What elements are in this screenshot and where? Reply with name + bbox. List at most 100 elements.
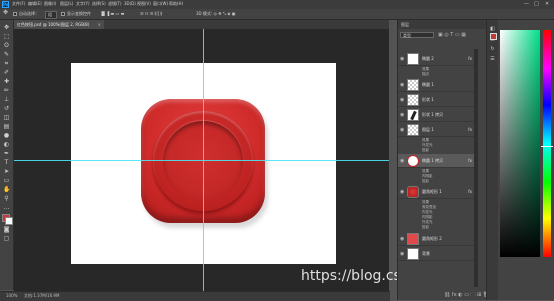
options-bar: ✥ 自动选择： 组 显示变换控件 ▐▌▐ ▬ ▭ ▬ ☰ ☷ ☰ ⫼ ⫿ ⫼ 3…	[0, 9, 554, 20]
quick-select-tool-icon[interactable]: ✎	[3, 51, 10, 58]
layer-row[interactable]: ◉ 背景	[398, 247, 474, 261]
dodge-tool-icon[interactable]: ◐	[3, 141, 10, 148]
layer-row[interactable]: ◉ 形状 1	[398, 93, 474, 107]
menu-type[interactable]: 文字(Y)	[76, 1, 90, 7]
layer-name[interactable]: 背景	[422, 251, 430, 257]
layer-row[interactable]: ◉ 圆角矩形 1 fx	[398, 185, 474, 199]
color-field[interactable]	[500, 30, 540, 257]
layer-fx-badge[interactable]: fx	[468, 158, 472, 163]
layers-scrollbar[interactable]	[474, 49, 478, 287]
layer-row[interactable]: ◉ 图层 1 fx	[398, 123, 474, 137]
more-tools-icon[interactable]: …	[3, 204, 10, 211]
eyedropper-tool-icon[interactable]: ✐	[3, 69, 10, 76]
show-transform-checkbox[interactable]	[61, 11, 65, 16]
properties-panel-icon[interactable]: ☰	[489, 56, 496, 63]
layer-row[interactable]: ◉ 形状 1 拷贝	[398, 108, 474, 122]
healing-tool-icon[interactable]: ✚	[3, 78, 10, 85]
screen-mode-icon[interactable]: ▢	[3, 235, 10, 242]
visibility-eye-icon[interactable]: ◉	[400, 97, 404, 103]
zoom-level[interactable]: 100%	[6, 293, 17, 298]
move-tool-icon[interactable]: ✥	[3, 9, 8, 16]
zoom-tool-icon[interactable]: ⚲	[3, 195, 10, 202]
color-panel-icon[interactable]: ◧	[489, 26, 496, 33]
shape-tool-icon[interactable]: ▭	[3, 177, 10, 184]
layer-name[interactable]: 形状 1	[422, 97, 434, 103]
menu-image[interactable]: 图像(I)	[44, 1, 56, 7]
path-select-tool-icon[interactable]: ➤	[3, 168, 10, 175]
tab-close-icon[interactable]: ×	[98, 20, 101, 29]
visibility-eye-icon[interactable]: ◉	[400, 82, 404, 88]
auto-select-checkbox[interactable]	[13, 11, 17, 16]
panel-icon-strip: ◧ ▦ ↻ ☰	[486, 20, 498, 300]
layer-row[interactable]: ◉ 椭圆 2 fx	[398, 52, 474, 66]
layer-thumbnail	[407, 155, 419, 167]
visibility-eye-icon[interactable]: ◉	[400, 158, 404, 164]
auto-select-dropdown[interactable]: 组	[45, 11, 57, 19]
layer-actions-icons[interactable]: ⛓ fx ◐ ▭ 🗀 ⊞ 🗑	[444, 292, 489, 300]
eraser-tool-icon[interactable]: ◫	[3, 114, 10, 121]
layer-kind-filter[interactable]: 类型	[400, 32, 434, 38]
layer-filter-icons[interactable]: ▣ ◎ T ▭ ▦	[438, 32, 466, 38]
maximize-icon[interactable]: □	[534, 1, 539, 7]
gradient-tool-icon[interactable]: ▤	[3, 123, 10, 130]
layer-row-selected[interactable]: ◉ 椭圆 1 拷贝 fx	[398, 154, 474, 168]
move-tool-icon[interactable]: ✥	[3, 24, 10, 31]
visibility-eye-icon[interactable]: ◉	[400, 112, 404, 118]
layer-fx-badge[interactable]: fx	[468, 189, 472, 194]
menu-view[interactable]: 视图(V)	[137, 1, 151, 7]
history-panel-icon[interactable]: ↻	[489, 46, 496, 53]
distribute-icon[interactable]: ☰ ☷ ☰ ⫼ ⫿ ⫼	[140, 11, 162, 16]
type-tool-icon[interactable]: T	[3, 159, 10, 166]
effect-item[interactable]: 投影	[422, 148, 429, 153]
document-tab[interactable]: 红色按钮.psd @ 100%(图层 2, RGB/8) ×	[14, 20, 104, 29]
layer-name[interactable]: 椭圆 1	[422, 82, 434, 88]
layers-panel-title[interactable]: 图层	[398, 20, 486, 29]
layer-name[interactable]: 图层 1	[422, 127, 434, 133]
layer-row[interactable]: ◉ 圆角矩形 2	[398, 232, 474, 246]
menu-3d[interactable]: 3D(D)	[124, 1, 136, 6]
hue-slider[interactable]	[543, 30, 551, 257]
hand-tool-icon[interactable]: ✋	[3, 186, 10, 193]
layer-name[interactable]: 椭圆 1 拷贝	[422, 158, 443, 164]
marquee-tool-icon[interactable]: ⬚	[3, 33, 10, 40]
effect-item[interactable]: 投影	[422, 179, 429, 184]
lasso-tool-icon[interactable]: ʘ	[3, 42, 10, 49]
menu-file[interactable]: 文件(F)	[12, 1, 25, 7]
layer-name[interactable]: 圆角矩形 2	[422, 236, 442, 242]
layer-name[interactable]: 形状 1 拷贝	[422, 112, 443, 118]
effect-item[interactable]: 描边	[422, 72, 429, 77]
stamp-tool-icon[interactable]: ⊥	[3, 96, 10, 103]
brush-tool-icon[interactable]: ✏	[3, 87, 10, 94]
menu-help[interactable]: 帮助(H)	[169, 1, 183, 7]
background-color-swatch[interactable]	[5, 217, 13, 225]
blur-tool-icon[interactable]: ●	[3, 132, 10, 139]
layer-fx-badge[interactable]: fx	[468, 127, 472, 132]
hue-slider-marker[interactable]	[541, 146, 553, 147]
effect-item[interactable]: 投影	[422, 225, 429, 230]
visibility-eye-icon[interactable]: ◉	[400, 251, 404, 257]
layer-name[interactable]: 圆角矩形 1	[422, 189, 442, 195]
menu-layer[interactable]: 图层(L)	[60, 1, 73, 7]
current-color-swatch[interactable]	[490, 33, 497, 40]
layer-fx-badge[interactable]: fx	[468, 56, 472, 61]
menu-edit[interactable]: 编辑(E)	[28, 1, 42, 7]
crop-tool-icon[interactable]: ⌗	[3, 60, 10, 67]
visibility-eye-icon[interactable]: ◉	[400, 189, 404, 195]
menu-window[interactable]: 窗口(W)	[153, 1, 168, 7]
horizontal-guide[interactable]	[14, 160, 389, 161]
quick-mask-icon[interactable]: ◙	[3, 226, 10, 233]
layer-thumbnail	[407, 79, 419, 91]
pen-tool-icon[interactable]: ✒	[3, 150, 10, 157]
menu-filter[interactable]: 滤镜(T)	[108, 1, 122, 7]
visibility-eye-icon[interactable]: ◉	[400, 127, 404, 133]
menu-select[interactable]: 选择(S)	[92, 1, 106, 7]
visibility-eye-icon[interactable]: ◉	[400, 236, 404, 242]
3d-mode-icon[interactable]: 3D 模式: ◎ ✥ ⤡ ◈ ▣	[196, 11, 236, 17]
close-icon[interactable]: ✕	[545, 1, 549, 7]
layer-row[interactable]: ◉ 椭圆 1	[398, 78, 474, 92]
minimize-icon[interactable]: —	[524, 1, 529, 7]
history-brush-tool-icon[interactable]: ↺	[3, 105, 10, 112]
layer-name[interactable]: 椭圆 2	[422, 56, 434, 62]
align-icon[interactable]: ▐▌▐ ▬ ▭ ▬	[100, 11, 124, 16]
visibility-eye-icon[interactable]: ◉	[400, 56, 404, 62]
